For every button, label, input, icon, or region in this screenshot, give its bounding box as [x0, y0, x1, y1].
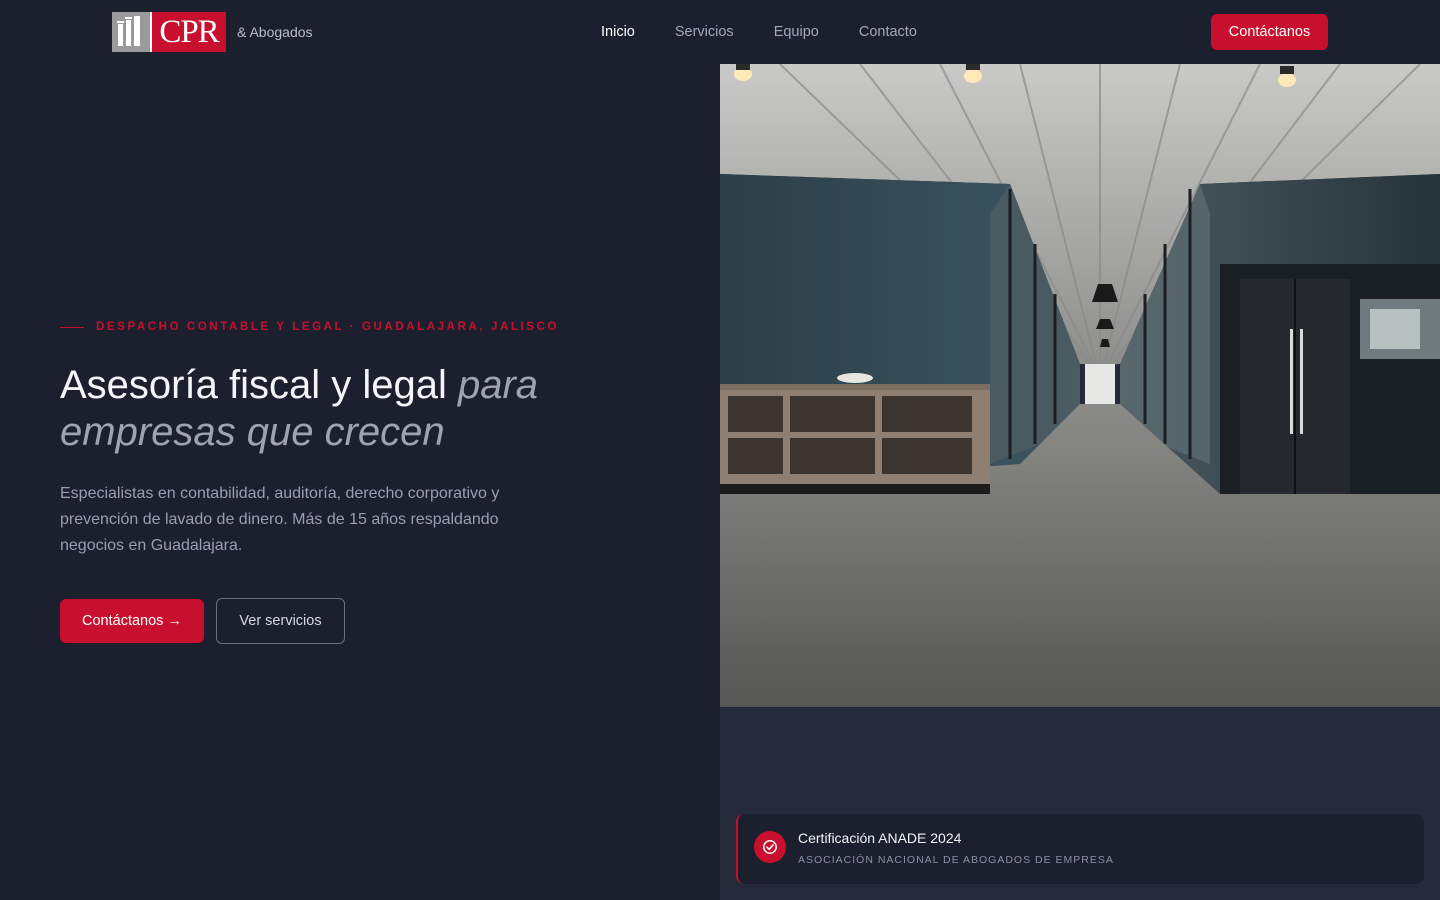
nav-link-servicios[interactable]: Servicios: [675, 24, 734, 40]
hero-eyebrow: DESPACHO CONTABLE Y LEGAL · GUADALAJARA,…: [60, 321, 559, 333]
hero-lead: Especialistas en contabilidad, auditoría…: [60, 485, 500, 554]
hero-contact-button[interactable]: Contáctanos →: [60, 599, 204, 643]
nav-contact-button[interactable]: Contáctanos: [1211, 14, 1328, 50]
top-navigation: CPR & Abogados Inicio Servicios Equipo C…: [0, 0, 1440, 64]
nav-links: Inicio Servicios Equipo Contacto: [601, 0, 917, 64]
hero-headline: Asesoría fiscal y legal para empresas que…: [60, 362, 620, 456]
headline-italic-2: empresas que crecen: [60, 410, 445, 454]
nav-link-contacto[interactable]: Contacto: [859, 24, 917, 40]
check-circle-icon: [754, 831, 786, 863]
nav-link-equipo[interactable]: Equipo: [774, 24, 819, 40]
eyebrow-text: DESPACHO CONTABLE Y LEGAL · GUADALAJARA,…: [96, 321, 560, 333]
brand-logo[interactable]: CPR & Abogados: [112, 12, 313, 52]
nav-link-inicio[interactable]: Inicio: [601, 24, 635, 40]
office-photo: [720, 64, 1440, 707]
view-services-button[interactable]: Ver servicios: [216, 598, 345, 644]
certification-title: Certificación ANADE 2024: [798, 830, 962, 846]
logo-wordmark: CPR: [150, 12, 226, 52]
headline-plain: Asesoría fiscal y legal: [60, 363, 458, 407]
hero-media-panel: Certificación ANADE 2024 ASOCIACIÓN NACI…: [720, 64, 1440, 900]
certification-subtitle: ASOCIACIÓN NACIONAL DE ABOGADOS DE EMPRE…: [798, 854, 1114, 866]
headline-italic-1: para: [457, 363, 539, 407]
logo-mark: CPR: [112, 12, 226, 52]
logo-suffix: & Abogados: [237, 24, 313, 40]
eyebrow-divider: [60, 326, 84, 328]
logo-columns-icon: [112, 12, 150, 52]
certification-card: Certificación ANADE 2024 ASOCIACIÓN NACI…: [736, 814, 1424, 884]
